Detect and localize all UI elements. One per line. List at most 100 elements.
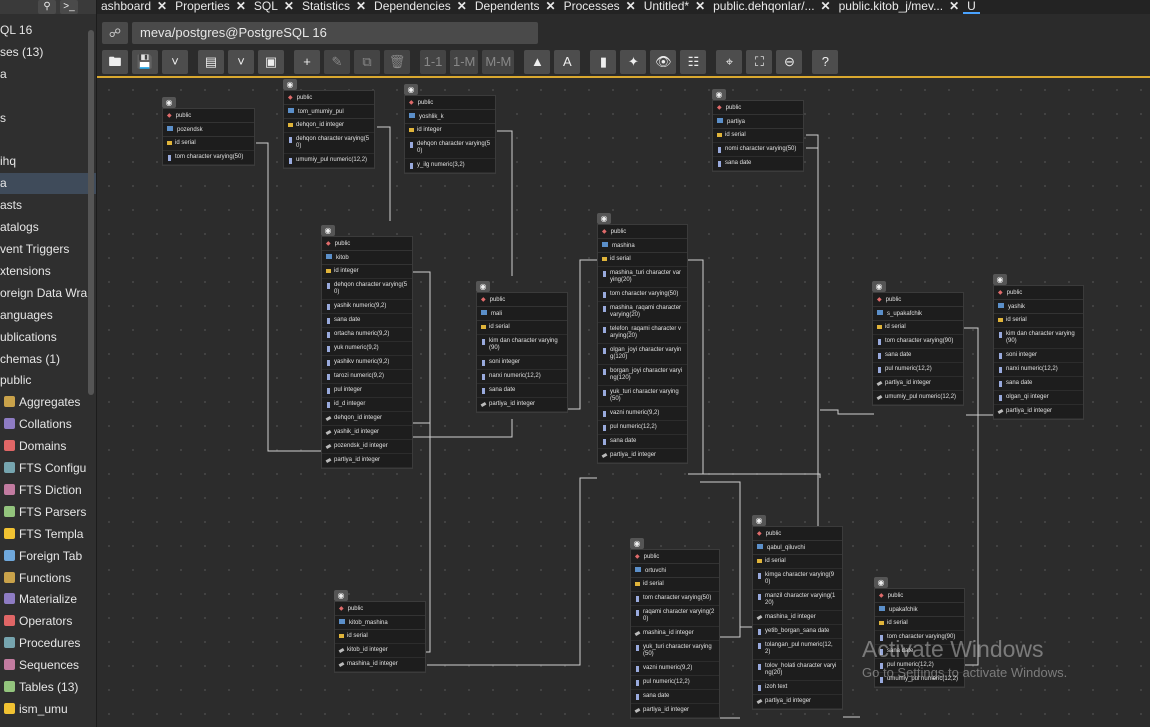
foreign-key-column[interactable]: umumiy_pul numeric(12,2) — [873, 391, 963, 405]
toggle-details-icon[interactable]: ◉ — [874, 577, 888, 588]
table-column[interactable]: tom character varying(50) — [631, 592, 719, 606]
primary-key-column[interactable]: id serial — [713, 129, 803, 143]
table-column[interactable]: sana date — [631, 690, 719, 704]
table-column[interactable]: kim dan character varying(90) — [994, 328, 1083, 349]
erd-table-ortuvchi[interactable]: ◉ ◆ public ortuvchi id serial tom character v… — [630, 538, 720, 719]
table-column[interactable]: yetib_borgan_sana date — [753, 625, 842, 639]
table-column[interactable]: pul numeric(12,2) — [873, 363, 963, 377]
table-column[interactable]: ortacha numeric(9,2) — [322, 328, 412, 342]
toggle-details-icon[interactable]: ◉ — [162, 97, 176, 108]
primary-key-column[interactable]: id serial — [598, 253, 687, 267]
primary-key-column[interactable]: id integer — [405, 124, 495, 138]
primary-key-column[interactable]: id serial — [631, 578, 719, 592]
table-column[interactable]: narxi numeric(12,2) — [994, 363, 1083, 377]
toggle-details-icon[interactable]: ◉ — [597, 213, 611, 224]
erd-table-yoshlik-k[interactable]: ◉ ◆ public yoshlik_k id integer dehqon charac… — [404, 84, 496, 174]
foreign-key-column[interactable]: partiya_id integer — [322, 454, 412, 468]
table-column[interactable]: pul numeric(12,2) — [598, 421, 687, 435]
table-column[interactable]: vazni numeric(9,2) — [631, 662, 719, 676]
table-column[interactable]: y_ilg numeric(3,2) — [405, 159, 495, 173]
table-column[interactable]: manzil character varying(120) — [753, 590, 842, 611]
table-column[interactable]: mashina_raqami character varying(20) — [598, 302, 687, 323]
table-column[interactable]: sana date — [873, 349, 963, 363]
primary-key-column[interactable]: id serial — [875, 617, 964, 631]
toggle-details-icon[interactable]: ◉ — [283, 79, 297, 90]
table-column[interactable]: sana date — [713, 157, 803, 171]
foreign-key-column[interactable]: partiya_id integer — [994, 405, 1083, 419]
table-column[interactable]: vazni numeric(9,2) — [598, 407, 687, 421]
table-column[interactable]: olgan_qi integer — [994, 391, 1083, 405]
table-column[interactable]: izoh text — [753, 681, 842, 695]
foreign-key-column[interactable]: partiya_id integer — [873, 377, 963, 391]
primary-key-column[interactable]: id serial — [994, 314, 1083, 328]
table-column[interactable]: pul integer — [322, 384, 412, 398]
toggle-details-icon[interactable]: ◉ — [752, 515, 766, 526]
toggle-details-icon[interactable]: ◉ — [712, 89, 726, 100]
table-column[interactable]: tolov_holati character varying(20) — [753, 660, 842, 681]
erd-table-tom-umumiy-pul[interactable]: ◉ ◆ public tom_umumiy_pul dehqon_id integer d… — [283, 79, 375, 169]
foreign-key-column[interactable]: partiya_id integer — [631, 704, 719, 718]
toggle-details-icon[interactable]: ◉ — [872, 281, 886, 292]
table-column[interactable]: sana date — [994, 377, 1083, 391]
table-column[interactable]: dehqon character varying(50) — [405, 138, 495, 159]
primary-key-column[interactable]: id serial — [873, 321, 963, 335]
erd-table-kitob[interactable]: ◉ ◆ public kitob id integer dehqon character … — [321, 225, 413, 469]
table-column[interactable]: narxi numeric(12,2) — [477, 370, 567, 384]
primary-key-column[interactable]: id serial — [477, 321, 567, 335]
erd-table-pozendsk[interactable]: ◉ ◆ public pozendsk id serial tom character v… — [162, 97, 255, 166]
table-column[interactable]: sana date — [477, 384, 567, 398]
table-column[interactable]: soni integer — [994, 349, 1083, 363]
erd-table-s-upakafchik[interactable]: ◉ ◆ public s_upakafchik id serial tom charact… — [872, 281, 964, 406]
table-column[interactable]: tolangan_pul numeric(12,2) — [753, 639, 842, 660]
table-column[interactable]: raqami character varying(20) — [631, 606, 719, 627]
foreign-key-column[interactable]: kitob_id integer — [335, 644, 425, 658]
erd-table-mali[interactable]: ◉ ◆ public mali id serial kim dan character v… — [476, 281, 568, 413]
table-column[interactable]: yashikv numeric(9,2) — [322, 356, 412, 370]
table-column[interactable]: tom character varying(90) — [873, 335, 963, 349]
toggle-details-icon[interactable]: ◉ — [334, 590, 348, 601]
table-column[interactable]: yashik numeric(9,2) — [322, 300, 412, 314]
toggle-details-icon[interactable]: ◉ — [993, 274, 1007, 285]
primary-key-column[interactable]: id serial — [163, 137, 254, 151]
toggle-details-icon[interactable]: ◉ — [321, 225, 335, 236]
table-column[interactable]: mashina_turi character varying(20) — [598, 267, 687, 288]
foreign-key-column[interactable]: partiya_id integer — [598, 449, 687, 463]
table-column[interactable]: kimga character varying(90) — [753, 569, 842, 590]
table-column[interactable]: sana date — [322, 314, 412, 328]
toggle-details-icon[interactable]: ◉ — [404, 84, 418, 95]
table-column[interactable]: umumiy_pul numeric(12,2) — [284, 154, 374, 168]
primary-key-column[interactable]: id serial — [335, 630, 425, 644]
table-column[interactable]: yuk_turi character varying(50) — [598, 386, 687, 407]
erd-table-kitob-mashina[interactable]: ◉ ◆ public kitob_mashina id serial kitob_id i… — [334, 590, 426, 673]
table-column[interactable]: tarozi numeric(9,2) — [322, 370, 412, 384]
primary-key-column[interactable]: dehqon_id integer — [284, 119, 374, 133]
table-column[interactable]: dehqon character varying(50) — [284, 133, 374, 154]
foreign-key-column[interactable]: yashik_id integer — [322, 426, 412, 440]
foreign-key-column[interactable]: pozendsk_id integer — [322, 440, 412, 454]
foreign-key-column[interactable]: partiya_id integer — [477, 398, 567, 412]
foreign-key-column[interactable]: mashina_id integer — [753, 611, 842, 625]
erd-table-yashik[interactable]: ◉ ◆ public yashik id serial kim dan character… — [993, 274, 1084, 420]
table-column[interactable]: borgan_joyi character varying(120) — [598, 365, 687, 386]
table-column[interactable]: id_d integer — [322, 398, 412, 412]
table-column[interactable]: dehqon character varying(50) — [322, 279, 412, 300]
table-column[interactable]: kim dan character varying(90) — [477, 335, 567, 356]
primary-key-column[interactable]: id integer — [322, 265, 412, 279]
primary-key-column[interactable]: id serial — [753, 555, 842, 569]
foreign-key-column[interactable]: dehqon_id integer — [322, 412, 412, 426]
table-column[interactable]: nomi character varying(50) — [713, 143, 803, 157]
table-column[interactable]: pul numeric(12,2) — [631, 676, 719, 690]
toggle-details-icon[interactable]: ◉ — [476, 281, 490, 292]
foreign-key-column[interactable]: mashina_id integer — [335, 658, 425, 672]
table-column[interactable]: soni integer — [477, 356, 567, 370]
table-column[interactable]: olgan_joyi character varying(120) — [598, 344, 687, 365]
toggle-details-icon[interactable]: ◉ — [630, 538, 644, 549]
foreign-key-column[interactable]: mashina_id integer — [631, 627, 719, 641]
erd-table-mashina[interactable]: ◉ ◆ public mashina id serial mashina_turi cha… — [597, 213, 688, 464]
erd-table-qabul-qiluvchi[interactable]: ◉ ◆ public qabul_qiluvchi id serial kimga cha… — [752, 515, 843, 710]
table-column[interactable]: yuk numeric(9,2) — [322, 342, 412, 356]
table-column[interactable]: tom character varying(50) — [598, 288, 687, 302]
table-column[interactable]: yuk_turi character varying(50) — [631, 641, 719, 662]
erd-table-partiya[interactable]: ◉ ◆ public partiya id serial nomi character v… — [712, 89, 804, 172]
table-column[interactable]: tom character varying(50) — [163, 151, 254, 165]
